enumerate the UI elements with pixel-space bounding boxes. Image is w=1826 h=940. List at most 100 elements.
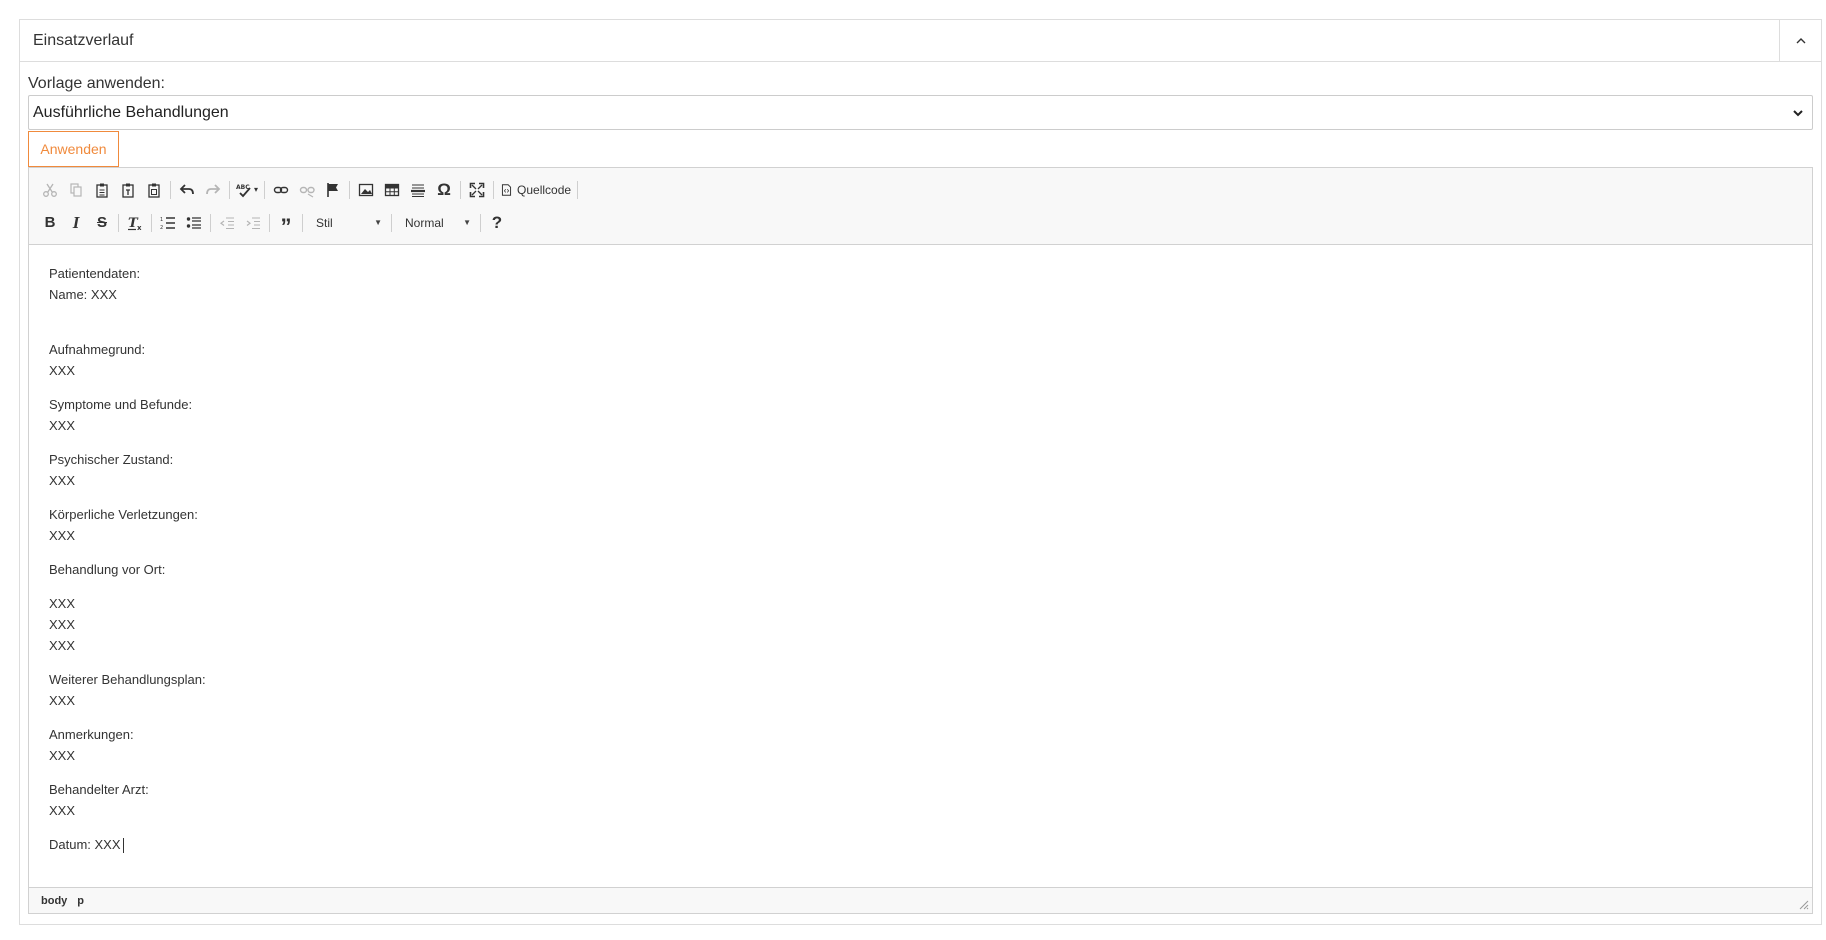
psych-heading: Psychischer Zustand: — [49, 452, 174, 467]
notes-heading: Anmerkungen: — [49, 727, 134, 742]
caret-down-icon: ▼ — [374, 218, 382, 227]
empty-line — [49, 305, 1792, 326]
plan-heading: Weiterer Behandlungsplan: — [49, 672, 206, 687]
unlink-icon — [299, 186, 315, 198]
patient-name: Name: XXX — [49, 287, 117, 302]
undo-button[interactable] — [174, 178, 200, 202]
date-line: Datum: XXX — [49, 837, 121, 852]
editor-content-area[interactable]: Patientendaten: Name: XXX Aufnahmegrund:… — [29, 245, 1812, 885]
paste-button[interactable] — [89, 178, 115, 202]
spellcheck-icon: ABC — [236, 184, 251, 197]
toolbar-separator — [170, 180, 171, 199]
chevron-up-icon — [1796, 37, 1805, 43]
style-combo[interactable]: Stil ▼ — [306, 211, 388, 235]
strikethrough-icon: S — [96, 214, 107, 231]
copy-icon — [70, 182, 82, 197]
toolbar-separator — [151, 213, 152, 232]
panel-title: Einsatzverlauf — [33, 31, 134, 49]
format-combo[interactable]: Normal ▼ — [395, 211, 477, 235]
toolbar-separator — [118, 213, 119, 232]
outdent-button[interactable] — [214, 211, 240, 235]
undo-icon — [179, 183, 194, 194]
help-button[interactable]: ? — [484, 211, 510, 235]
numbered-list-button[interactable]: 12 — [155, 211, 181, 235]
rich-text-editor: ABC ▾ Ω Quellcode B I S T x 1 2 ” Stil ▼… — [28, 167, 1813, 914]
numbered-list-icon: 12 — [160, 217, 175, 231]
toolbar-separator — [577, 180, 579, 199]
chevron-down-icon — [1793, 110, 1803, 117]
horizontal-rule-icon — [411, 184, 426, 197]
spellcheck-button[interactable]: ABC ▾ — [233, 178, 261, 202]
image-button[interactable] — [353, 178, 379, 202]
paste-word-button[interactable] — [141, 178, 167, 202]
blockquote-button[interactable]: ” — [273, 211, 299, 237]
svg-text:1: 1 — [160, 217, 163, 223]
injuries-heading: Körperliche Verletzungen: — [49, 507, 198, 522]
redo-icon — [206, 183, 221, 194]
table-icon — [384, 183, 400, 196]
bulleted-list-button[interactable] — [181, 211, 207, 235]
text-cursor — [122, 838, 124, 854]
unlink-button[interactable] — [294, 178, 320, 202]
path-item-p[interactable]: p — [77, 895, 84, 907]
toolbar-row-1: ABC ▾ Ω Quellcode — [37, 173, 1804, 206]
toolbar-separator — [210, 213, 211, 232]
patient-heading: Patientendaten: — [49, 266, 141, 281]
paste-word-icon — [148, 183, 160, 198]
svg-text:x: x — [137, 224, 142, 231]
italic-button[interactable]: I — [63, 211, 89, 235]
treatment-value-2: XXX — [49, 617, 76, 632]
special-char-button[interactable]: Ω — [431, 178, 457, 202]
italic-icon: I — [72, 212, 80, 232]
treatment-heading: Behandlung vor Ort: — [49, 562, 166, 577]
toolbar-separator — [264, 180, 266, 199]
table-button[interactable] — [379, 178, 405, 202]
indent-button[interactable] — [240, 211, 266, 235]
treatment-value-3: XXX — [49, 638, 76, 653]
link-icon — [273, 186, 289, 193]
indent-icon — [246, 216, 260, 229]
flag-icon — [327, 182, 339, 197]
paste-text-button[interactable] — [115, 178, 141, 202]
omega-icon: Ω — [437, 179, 451, 199]
help-icon: ? — [491, 212, 503, 232]
bold-icon: B — [44, 214, 56, 231]
anchor-button[interactable] — [320, 178, 346, 202]
symptoms-heading: Symptome und Befunde: — [49, 397, 193, 412]
doctor-value: XXX — [49, 803, 76, 818]
style-combo-value: Stil — [316, 215, 333, 230]
injuries-value: XXX — [49, 528, 76, 543]
psych-value: XXX — [49, 473, 76, 488]
template-select[interactable]: Ausführliche Behandlungen — [28, 95, 1813, 130]
plan-value: XXX — [49, 693, 76, 708]
redo-button[interactable] — [200, 178, 226, 202]
panel-body: Vorlage anwenden: Ausführliche Behandlun… — [20, 62, 1821, 914]
doctor-heading: Behandelter Arzt: — [49, 782, 149, 797]
toolbar-separator — [229, 180, 230, 199]
scissors-icon — [43, 183, 57, 197]
path-item-body[interactable]: body — [41, 895, 67, 907]
bold-button[interactable]: B — [37, 211, 63, 235]
source-button-label: Quellcode — [517, 182, 572, 197]
toolbar-separator — [391, 213, 392, 232]
strikethrough-button[interactable]: S — [89, 211, 115, 235]
horizontal-rule-button[interactable] — [405, 178, 431, 202]
resize-grip-icon[interactable] — [1799, 900, 1809, 910]
notes-value: XXX — [49, 748, 76, 763]
maximize-icon — [469, 182, 485, 197]
link-button[interactable] — [268, 178, 294, 202]
remove-format-button[interactable]: Tx — [122, 211, 148, 235]
outdent-icon — [219, 216, 234, 229]
symptoms-value: XXX — [49, 418, 76, 433]
panel-header: Einsatzverlauf — [20, 20, 1821, 62]
copy-button[interactable] — [63, 178, 89, 202]
toolbar-separator — [460, 180, 462, 199]
reason-value: XXX — [49, 363, 76, 378]
maximize-button[interactable] — [464, 178, 490, 202]
template-select-value: Ausführliche Behandlungen — [33, 103, 229, 121]
toolbar-separator — [349, 180, 351, 199]
collapse-button[interactable] — [1779, 20, 1821, 61]
cut-button[interactable] — [37, 178, 63, 202]
source-button[interactable]: Quellcode — [497, 178, 574, 202]
apply-template-button[interactable]: Anwenden — [28, 131, 119, 167]
